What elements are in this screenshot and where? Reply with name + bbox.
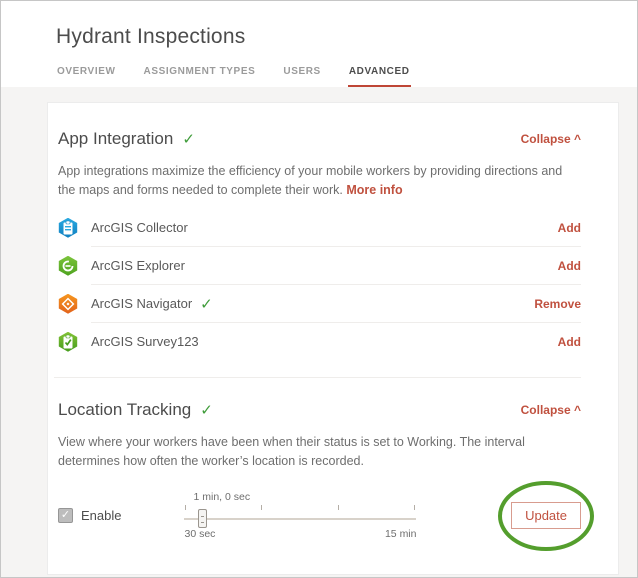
arcgis-navigator-icon: [58, 294, 78, 314]
slider-tick: [338, 505, 339, 510]
update-button-area: Update: [511, 502, 581, 529]
app-name: ArcGIS Navigator: [91, 296, 192, 311]
app-row-explorer: ArcGIS Explorer Add: [58, 247, 581, 285]
arcgis-collector-icon: [58, 218, 78, 238]
enable-checkbox[interactable]: ✓: [58, 508, 73, 523]
tab-overview[interactable]: OVERVIEW: [56, 66, 117, 87]
arcgis-survey123-icon: [58, 332, 78, 352]
workforce-project-page: Hydrant Inspections OVERVIEW ASSIGNMENT …: [0, 0, 638, 578]
location-tracking-description: View where your workers have been when t…: [58, 433, 581, 472]
more-info-link[interactable]: More info: [346, 183, 402, 197]
tab-advanced[interactable]: ADVANCED: [348, 66, 411, 87]
interval-slider[interactable]: 1 min, 0 sec 30 sec 15 min: [184, 492, 416, 540]
slider-handle[interactable]: [198, 509, 207, 528]
location-tracking-collapse-link[interactable]: Collapse ^: [521, 403, 581, 417]
checkmark-icon: ✓: [182, 130, 195, 148]
app-integration-collapse-link[interactable]: Collapse ^: [521, 132, 581, 146]
app-row-navigator: ArcGIS Navigator ✓ Remove: [58, 285, 581, 323]
location-tracking-title: Location Tracking: [58, 400, 191, 420]
tab-assignment-types[interactable]: ASSIGNMENT TYPES: [143, 66, 257, 87]
location-tracking-controls: ✓ Enable 1 min, 0 sec 30 sec 15 min Upda…: [58, 488, 581, 544]
slider-max-label: 15 min: [385, 528, 417, 540]
app-integration-list: ArcGIS Collector Add ArcGIS Explorer Add: [58, 209, 581, 361]
page-header: Hydrant Inspections OVERVIEW ASSIGNMENT …: [1, 1, 637, 87]
navigator-remove-link[interactable]: Remove: [534, 297, 581, 311]
arcgis-explorer-icon: [58, 256, 78, 276]
slider-tick: [414, 505, 415, 510]
app-integration-title: App Integration: [58, 129, 173, 149]
slider-min-label: 30 sec: [184, 528, 215, 540]
app-name: ArcGIS Explorer: [91, 258, 185, 273]
app-name: ArcGIS Collector: [91, 220, 188, 235]
tab-users[interactable]: USERS: [282, 66, 321, 87]
app-row-survey123: ArcGIS Survey123 Add: [58, 323, 581, 361]
tab-bar: OVERVIEW ASSIGNMENT TYPES USERS ADVANCED: [56, 66, 637, 87]
slider-tick: [185, 505, 186, 510]
page-title: Hydrant Inspections: [56, 25, 637, 49]
app-integration-description: App integrations maximize the efficiency…: [58, 162, 581, 201]
explorer-add-link[interactable]: Add: [558, 259, 581, 273]
enable-label: Enable: [81, 508, 121, 523]
description-text: App integrations maximize the efficiency…: [58, 164, 562, 197]
app-name: ArcGIS Survey123: [91, 334, 199, 349]
checkmark-icon: ✓: [200, 401, 213, 419]
section-divider: [54, 377, 581, 378]
slider-tick: [261, 505, 262, 510]
slider-track[interactable]: [184, 518, 416, 520]
app-integration-header: App Integration ✓ Collapse ^: [58, 129, 581, 149]
advanced-settings-card: App Integration ✓ Collapse ^ App integra…: [47, 102, 619, 575]
enable-group: ✓ Enable: [58, 508, 121, 523]
checkmark-icon: ✓: [200, 295, 213, 313]
survey123-add-link[interactable]: Add: [558, 335, 581, 349]
collector-add-link[interactable]: Add: [558, 221, 581, 235]
location-tracking-header: Location Tracking ✓ Collapse ^: [58, 400, 581, 420]
app-row-collector: ArcGIS Collector Add: [58, 209, 581, 247]
slider-value-label: 1 min, 0 sec: [193, 491, 250, 503]
update-button[interactable]: Update: [511, 502, 581, 529]
